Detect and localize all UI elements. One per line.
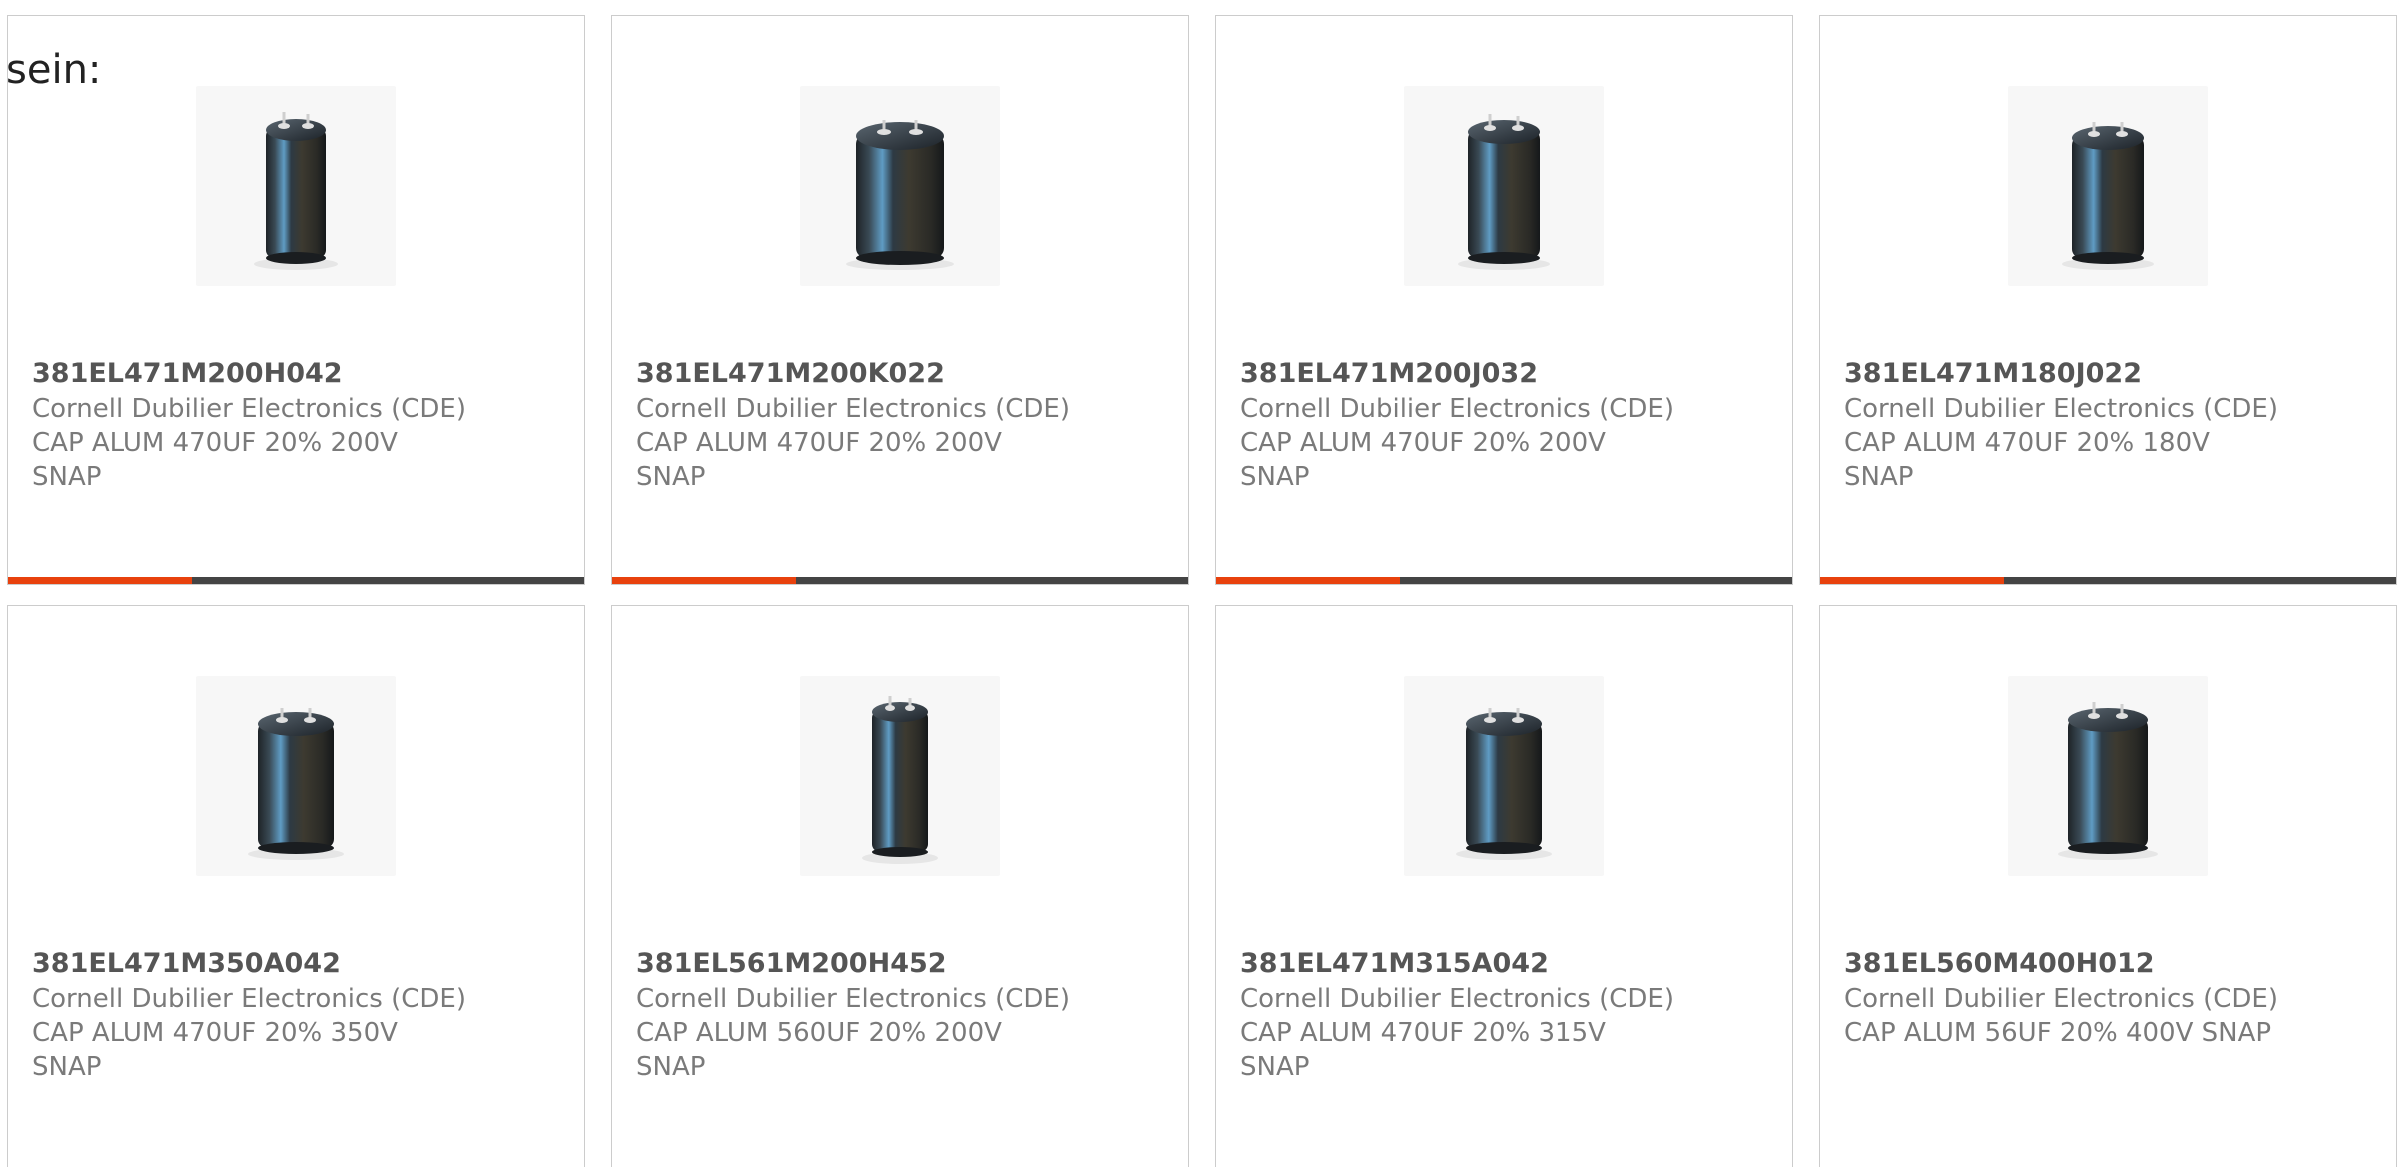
capacitor-image[interactable] <box>800 86 1000 286</box>
part-number[interactable]: 381EL471M315A042 <box>1240 946 1772 982</box>
progress-fill <box>8 577 193 584</box>
capacitor-image[interactable] <box>1404 86 1604 286</box>
lead-text: sein: <box>6 47 102 93</box>
product-description: CAP ALUM 470UF 20% 315V SNAP <box>1240 1018 1606 1082</box>
part-number[interactable]: 381EL560M400H012 <box>1844 946 2376 982</box>
progress-fill <box>1216 577 1401 584</box>
product-card[interactable]: 381EL471M180J022 Cornell Dubilier Electr… <box>1819 15 2397 585</box>
product-info: 381EL561M200H452 Cornell Dubilier Electr… <box>636 946 1168 1084</box>
manufacturer-name: Cornell Dubilier Electronics (CDE) <box>1844 984 2278 1014</box>
product-card[interactable]: 381EL471M200J032 Cornell Dubilier Electr… <box>1215 15 1793 585</box>
manufacturer-name: Cornell Dubilier Electronics (CDE) <box>636 394 1070 424</box>
progress-bar <box>1820 577 2396 584</box>
progress-bar <box>612 577 1188 584</box>
capacitor-image[interactable] <box>196 676 396 876</box>
product-description: CAP ALUM 470UF 20% 180V SNAP <box>1844 428 2210 492</box>
product-card[interactable]: 381EL471M315A042 Cornell Dubilier Electr… <box>1215 605 1793 1167</box>
product-description: CAP ALUM 470UF 20% 200V SNAP <box>1240 428 1606 492</box>
product-info: 381EL471M200J032 Cornell Dubilier Electr… <box>1240 356 1772 494</box>
capacitor-image[interactable] <box>196 86 396 286</box>
part-number[interactable]: 381EL471M200H042 <box>32 356 564 392</box>
product-card[interactable]: 381EL471M200K022 Cornell Dubilier Electr… <box>611 15 1189 585</box>
product-info: 381EL471M350A042 Cornell Dubilier Electr… <box>32 946 564 1084</box>
manufacturer-name: Cornell Dubilier Electronics (CDE) <box>636 984 1070 1014</box>
product-description: CAP ALUM 470UF 20% 200V SNAP <box>32 428 398 492</box>
capacitor-image[interactable] <box>2008 676 2208 876</box>
part-number[interactable]: 381EL471M200K022 <box>636 356 1168 392</box>
progress-bar <box>1216 577 1792 584</box>
product-card[interactable]: 381EL471M200H042 Cornell Dubilier Electr… <box>7 15 585 585</box>
part-number[interactable]: 381EL471M350A042 <box>32 946 564 982</box>
product-info: 381EL471M180J022 Cornell Dubilier Electr… <box>1844 356 2376 494</box>
product-description: CAP ALUM 470UF 20% 350V SNAP <box>32 1018 398 1082</box>
capacitor-image[interactable] <box>1404 676 1604 876</box>
part-number[interactable]: 381EL561M200H452 <box>636 946 1168 982</box>
progress-fill <box>1820 577 2005 584</box>
product-description: CAP ALUM 470UF 20% 200V SNAP <box>636 428 1002 492</box>
product-description: CAP ALUM 56UF 20% 400V SNAP <box>1844 1018 2272 1048</box>
product-card[interactable]: 381EL471M350A042 Cornell Dubilier Electr… <box>7 605 585 1167</box>
product-card[interactable]: 381EL561M200H452 Cornell Dubilier Electr… <box>611 605 1189 1167</box>
product-info: 381EL471M200H042 Cornell Dubilier Electr… <box>32 356 564 494</box>
product-card[interactable]: 381EL560M400H012 Cornell Dubilier Electr… <box>1819 605 2397 1167</box>
part-number[interactable]: 381EL471M200J032 <box>1240 356 1772 392</box>
manufacturer-name: Cornell Dubilier Electronics (CDE) <box>1844 394 2278 424</box>
product-description: CAP ALUM 560UF 20% 200V SNAP <box>636 1018 1002 1082</box>
capacitor-image[interactable] <box>800 676 1000 876</box>
product-info: 381EL471M315A042 Cornell Dubilier Electr… <box>1240 946 1772 1084</box>
part-number[interactable]: 381EL471M180J022 <box>1844 356 2376 392</box>
product-info: 381EL471M200K022 Cornell Dubilier Electr… <box>636 356 1168 494</box>
manufacturer-name: Cornell Dubilier Electronics (CDE) <box>32 984 466 1014</box>
manufacturer-name: Cornell Dubilier Electronics (CDE) <box>32 394 466 424</box>
product-grid-page: sein: 381EL471M200H042 Cornell Dubilier … <box>0 0 2400 1167</box>
progress-bar <box>8 577 584 584</box>
progress-fill <box>612 577 797 584</box>
manufacturer-name: Cornell Dubilier Electronics (CDE) <box>1240 984 1674 1014</box>
capacitor-image[interactable] <box>2008 86 2208 286</box>
product-info: 381EL560M400H012 Cornell Dubilier Electr… <box>1844 946 2376 1050</box>
manufacturer-name: Cornell Dubilier Electronics (CDE) <box>1240 394 1674 424</box>
